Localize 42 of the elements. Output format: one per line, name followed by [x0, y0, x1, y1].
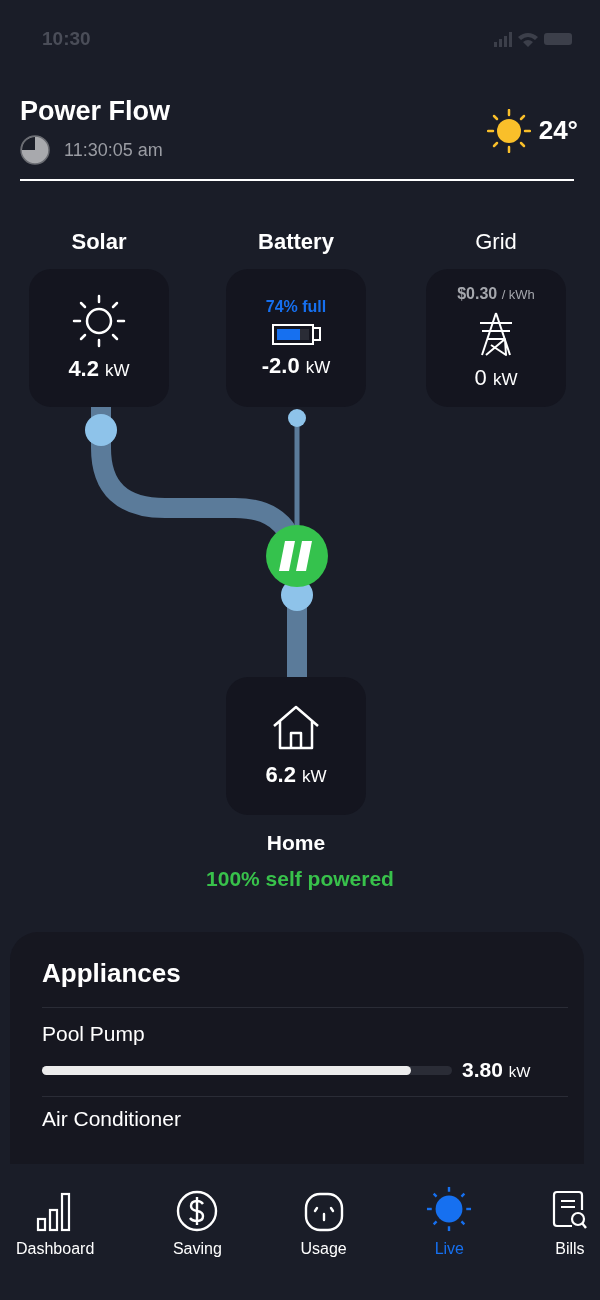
- power-outlet-icon: [303, 1192, 344, 1232]
- power-value: 4.2 kW: [68, 356, 130, 382]
- nav-tab[interactable]: Dashboard: [16, 1186, 95, 1258]
- flow-dot: [85, 414, 117, 446]
- nav-tab[interactable]: Usage: [300, 1186, 347, 1258]
- grid-price: $0.30 / kWh: [457, 285, 535, 303]
- nav-tab[interactable]: Saving: [172, 1186, 222, 1258]
- self-powered-status: 100% self powered: [205, 867, 395, 891]
- nav-tab[interactable]: Bills: [551, 1186, 588, 1258]
- appliance-name[interactable]: Pool Pump: [42, 1022, 568, 1046]
- power-value: 6.2 kW: [265, 762, 327, 788]
- battery-charge-track: [276, 328, 309, 340]
- home-label: Home: [265, 831, 327, 855]
- wifi-icon: [518, 31, 538, 47]
- signal-icon: [494, 31, 512, 47]
- dollar-icon: [176, 1190, 219, 1232]
- update-time: 11:30:05 am: [64, 139, 163, 161]
- clock-icon: [20, 135, 50, 165]
- battery-status-icon: [544, 33, 572, 45]
- source-card[interactable]: 4.2 kW: [29, 269, 169, 407]
- source-label: Battery: [258, 229, 334, 255]
- battery-status: 74% full: [265, 297, 327, 316]
- pause-icon[interactable]: [266, 525, 328, 587]
- home-card[interactable]: 6.2 kW: [226, 677, 366, 815]
- battery-terminal: [313, 327, 321, 341]
- panel-title: Appliances: [42, 958, 568, 1008]
- sun-outline-icon: [72, 294, 126, 348]
- power-value: 0 kW: [474, 365, 518, 391]
- house-icon: [271, 704, 321, 750]
- temperature: 24°: [538, 115, 578, 146]
- source-label: Solar: [71, 229, 127, 255]
- page-title: Power Flow: [20, 96, 171, 127]
- appliance-name[interactable]: Air Conditioner: [42, 1107, 568, 1131]
- sun-icon: [486, 108, 531, 153]
- power-value: 3.80 kW: [462, 1058, 531, 1082]
- source-card[interactable]: $0.30 / kWh 0 kW: [426, 269, 566, 407]
- source-label: Grid: [475, 229, 517, 255]
- source-card[interactable]: 74% full -2.0 kW: [226, 269, 366, 407]
- sun-icon: [425, 1186, 474, 1232]
- flow-dot: [288, 409, 306, 427]
- nav-tab[interactable]: Live: [425, 1186, 474, 1258]
- power-value: -2.0 kW: [261, 352, 331, 379]
